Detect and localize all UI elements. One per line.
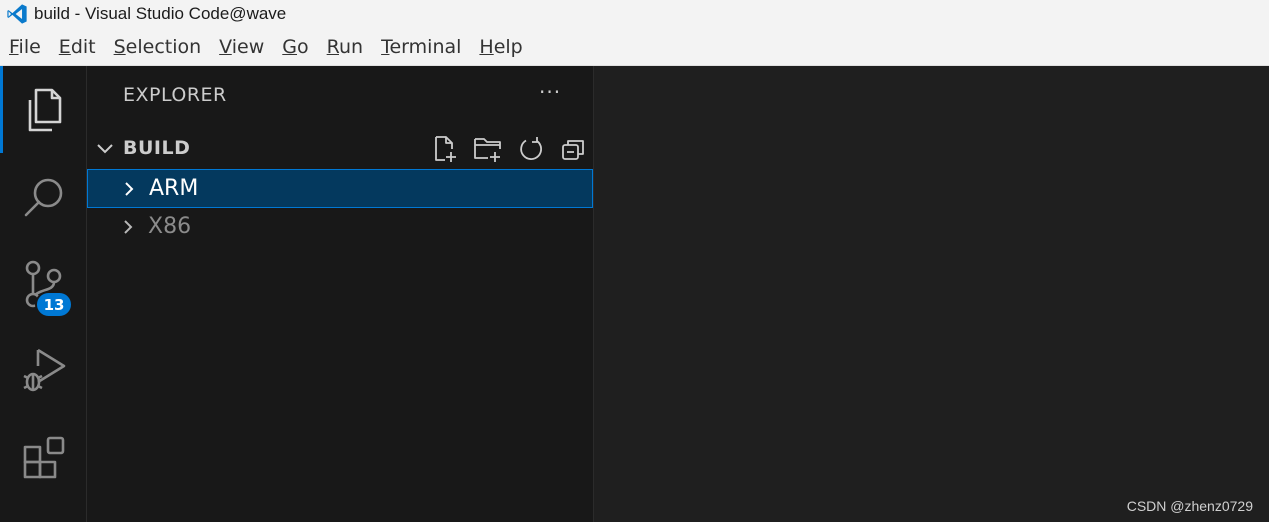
menu-selection[interactable]: Selection: [105, 36, 211, 58]
refresh-icon: [519, 137, 542, 160]
new-folder-button[interactable]: [466, 134, 509, 164]
activity-explorer[interactable]: [0, 66, 87, 153]
tree-item-arm[interactable]: ARM: [87, 169, 593, 208]
menu-file[interactable]: File: [0, 36, 50, 58]
collapse-all-icon: [561, 140, 584, 160]
folder-actions: [423, 134, 595, 164]
menu-bar: File Edit Selection View Go Run Terminal…: [0, 28, 1269, 66]
new-file-button[interactable]: [423, 134, 466, 164]
chevron-right-icon: [125, 182, 134, 196]
new-file-icon: [434, 136, 456, 162]
activity-run-debug[interactable]: [0, 327, 87, 414]
source-control-badge: 13: [35, 291, 73, 318]
folder-name: BUILD: [123, 137, 191, 159]
editor-area[interactable]: CSDN @zhenz0729: [594, 66, 1269, 522]
extensions-icon: [23, 436, 64, 478]
menu-terminal[interactable]: Terminal: [372, 36, 470, 58]
files-icon: [28, 88, 61, 131]
new-folder-icon: [473, 138, 501, 162]
explorer-title: EXPLORER: [123, 84, 227, 106]
run-debug-icon: [22, 348, 65, 391]
vscode-logo-icon: [7, 4, 27, 24]
tree-item-x86[interactable]: X86: [87, 208, 593, 247]
menu-edit[interactable]: Edit: [50, 36, 105, 58]
search-icon: [24, 178, 62, 216]
chevron-right-icon: [124, 220, 133, 234]
tree-item-label: ARM: [149, 176, 199, 201]
title-bar: build - Visual Studio Code@wave: [0, 0, 1269, 28]
activity-extensions[interactable]: [0, 414, 87, 501]
tree-item-label: X86: [148, 214, 192, 239]
watermark: CSDN @zhenz0729: [1126, 498, 1253, 514]
menu-go[interactable]: Go: [273, 36, 317, 58]
refresh-button[interactable]: [509, 134, 552, 164]
menu-help[interactable]: Help: [470, 36, 531, 58]
folder-header-build[interactable]: BUILD: [87, 132, 593, 166]
more-actions-button[interactable]: ···: [539, 80, 561, 104]
activity-search[interactable]: [0, 153, 87, 240]
menu-run[interactable]: Run: [318, 36, 372, 58]
collapse-all-button[interactable]: [552, 134, 595, 164]
menu-view[interactable]: View: [210, 36, 273, 58]
activity-source-control[interactable]: 13: [0, 240, 87, 327]
explorer-sidebar: EXPLORER ··· BUILD ARM X86: [87, 66, 594, 522]
chevron-down-icon: [97, 144, 113, 154]
activity-bar: 13: [0, 66, 87, 522]
window-title: build - Visual Studio Code@wave: [34, 4, 287, 23]
